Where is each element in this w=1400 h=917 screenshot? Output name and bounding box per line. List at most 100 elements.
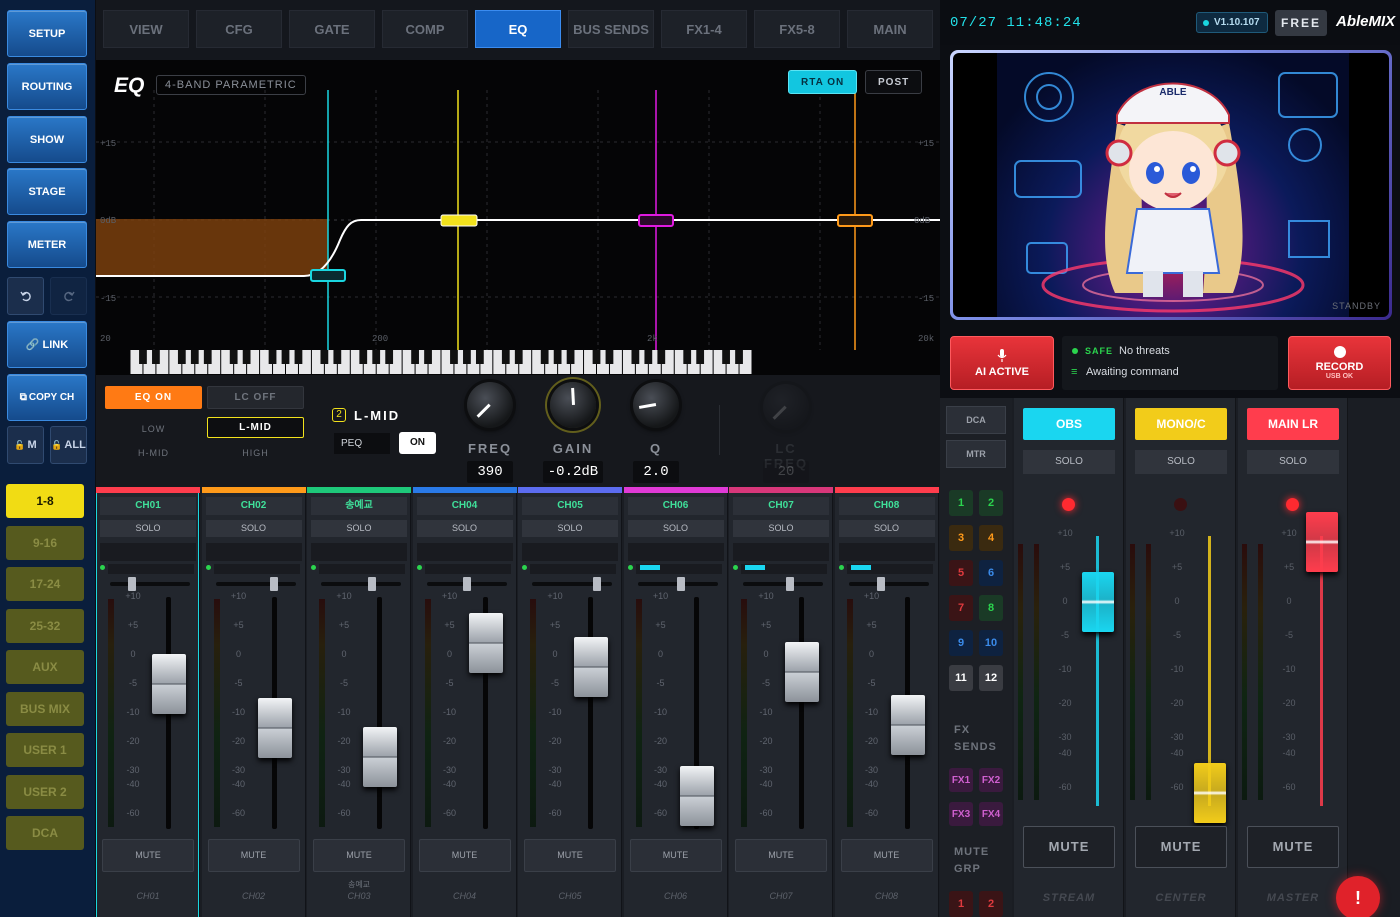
- plan-badge[interactable]: FREE: [1275, 10, 1327, 36]
- solo-button[interactable]: SOLO: [100, 520, 196, 537]
- tab-main[interactable]: MAIN: [847, 10, 933, 48]
- fader-track[interactable]: [377, 597, 382, 829]
- pan-slider[interactable]: [110, 582, 190, 586]
- mtr-view-button[interactable]: MTR: [946, 440, 1006, 468]
- fx1-send-button[interactable]: FX1: [949, 768, 973, 792]
- tab-eq[interactable]: EQ: [475, 10, 561, 48]
- mute-group-2[interactable]: 2: [979, 891, 1003, 917]
- solo-button[interactable]: SOLO: [838, 520, 935, 537]
- eq-curve-plot[interactable]: +15 +15 0dB 0dB -15 -15 20 200 2k 20k: [96, 60, 940, 350]
- freq-value[interactable]: 390: [467, 461, 513, 483]
- gain-value[interactable]: -0.2dB: [543, 461, 603, 483]
- eq-on-button[interactable]: EQ ON: [105, 386, 202, 409]
- solo-button[interactable]: SOLO: [627, 520, 724, 537]
- pan-handle[interactable]: [786, 577, 795, 591]
- mute-button[interactable]: MUTE: [102, 839, 194, 872]
- tab-fx1-4[interactable]: FX1-4: [661, 10, 747, 48]
- pan-handle[interactable]: [677, 577, 686, 591]
- fader-handle[interactable]: [152, 654, 186, 714]
- band-on-toggle[interactable]: ON: [399, 432, 436, 454]
- tab-gate[interactable]: GATE: [289, 10, 375, 48]
- pan-handle[interactable]: [877, 577, 886, 591]
- bus-solo-button[interactable]: SOLO: [1135, 450, 1227, 474]
- dca-view-button[interactable]: DCA: [946, 406, 1006, 434]
- channel-name[interactable]: CH01: [100, 497, 196, 515]
- mute-button[interactable]: MUTE: [207, 839, 300, 872]
- dca-3-button[interactable]: 3: [949, 525, 973, 551]
- mute-button[interactable]: MUTE: [629, 839, 722, 872]
- mute-button[interactable]: MUTE: [840, 839, 933, 872]
- tab-fx5-8[interactable]: FX5-8: [754, 10, 840, 48]
- fader-handle[interactable]: [785, 642, 819, 703]
- lock-all-button[interactable]: 🔓 ALL: [50, 426, 87, 464]
- solo-button[interactable]: SOLO: [205, 520, 302, 537]
- mute-button[interactable]: MUTE: [313, 839, 405, 872]
- solo-button[interactable]: SOLO: [522, 520, 618, 537]
- bank-dca[interactable]: DCA: [6, 816, 84, 850]
- bus-mute-button[interactable]: MUTE: [1023, 826, 1115, 868]
- undo-button[interactable]: [7, 277, 44, 315]
- rta-button[interactable]: RTA ON: [788, 70, 858, 94]
- meter-button[interactable]: METER: [7, 221, 87, 268]
- bank-bus-mix[interactable]: BUS MIX: [6, 692, 84, 726]
- routing-button[interactable]: ROUTING: [7, 63, 87, 110]
- bank-aux[interactable]: AUX: [6, 650, 84, 684]
- redo-button[interactable]: [50, 277, 87, 315]
- tab-cfg[interactable]: CFG: [196, 10, 282, 48]
- dca-8-button[interactable]: 8: [979, 595, 1003, 621]
- channel-name[interactable]: CH04: [416, 497, 513, 515]
- fx4-send-button[interactable]: FX4: [979, 802, 1003, 826]
- bank-17-24[interactable]: 17-24: [6, 567, 84, 601]
- mute-button[interactable]: MUTE: [418, 839, 511, 872]
- filter-type-select[interactable]: PEQ: [334, 433, 390, 454]
- channel-name[interactable]: CH08: [838, 497, 935, 515]
- band-hmid[interactable]: H-MID: [105, 448, 202, 458]
- channel-name[interactable]: CH07: [733, 497, 829, 515]
- q-value[interactable]: 2.0: [633, 461, 679, 483]
- mute-button[interactable]: MUTE: [735, 839, 827, 872]
- pan-slider[interactable]: [215, 582, 296, 586]
- ai-active-button[interactable]: AI ACTIVE: [950, 336, 1054, 390]
- solo-button[interactable]: SOLO: [311, 520, 407, 537]
- dca-1-button[interactable]: 1: [949, 490, 973, 516]
- setup-button[interactable]: SETUP: [7, 10, 87, 57]
- fader-track[interactable]: [799, 597, 804, 829]
- stage-button[interactable]: STAGE: [7, 168, 87, 215]
- solo-button[interactable]: SOLO: [416, 520, 513, 537]
- dca-2-button[interactable]: 2: [979, 490, 1003, 516]
- bank-25-32[interactable]: 25-32: [6, 609, 84, 643]
- show-button[interactable]: SHOW: [7, 116, 87, 163]
- bus-fader-handle[interactable]: [1306, 512, 1338, 573]
- lc-off-button[interactable]: LC OFF: [207, 386, 304, 409]
- bus-mute-button[interactable]: MUTE: [1135, 826, 1227, 868]
- bank-9-16[interactable]: 9-16: [6, 526, 84, 560]
- bus-solo-button[interactable]: SOLO: [1023, 450, 1115, 474]
- pan-slider[interactable]: [848, 582, 929, 586]
- freq-knob[interactable]: [467, 382, 513, 428]
- post-button[interactable]: POST: [865, 70, 923, 94]
- tab-view[interactable]: VIEW: [103, 10, 189, 48]
- q-knob[interactable]: [633, 382, 679, 428]
- pan-handle[interactable]: [462, 577, 471, 591]
- channel-name[interactable]: 송예교: [311, 497, 407, 515]
- fader-handle[interactable]: [257, 697, 292, 758]
- dca-5-button[interactable]: 5: [949, 560, 973, 586]
- band-high[interactable]: HIGH: [207, 448, 304, 458]
- bus-fader-track[interactable]: [1320, 536, 1323, 806]
- dca-11-button[interactable]: 11: [949, 665, 973, 691]
- dca-10-button[interactable]: 10: [979, 630, 1003, 656]
- pan-slider[interactable]: [743, 582, 823, 586]
- tab-bus-sends[interactable]: BUS SENDS: [568, 10, 654, 48]
- bus-solo-button[interactable]: SOLO: [1247, 450, 1339, 474]
- dca-6-button[interactable]: 6: [979, 560, 1003, 586]
- link-button[interactable]: 🔗 LINK: [7, 321, 87, 368]
- fx2-send-button[interactable]: FX2: [979, 768, 1003, 792]
- bus-name[interactable]: MONO/C: [1135, 408, 1227, 440]
- pan-handle[interactable]: [269, 577, 278, 591]
- band-low[interactable]: LOW: [105, 424, 202, 434]
- pan-handle[interactable]: [128, 577, 136, 591]
- bus-fader-handle[interactable]: [1194, 762, 1226, 823]
- copy-channel-button[interactable]: ⧉ COPY CH: [7, 374, 87, 421]
- lock-m-button[interactable]: 🔓 M: [7, 426, 44, 464]
- fader-handle[interactable]: [679, 765, 714, 826]
